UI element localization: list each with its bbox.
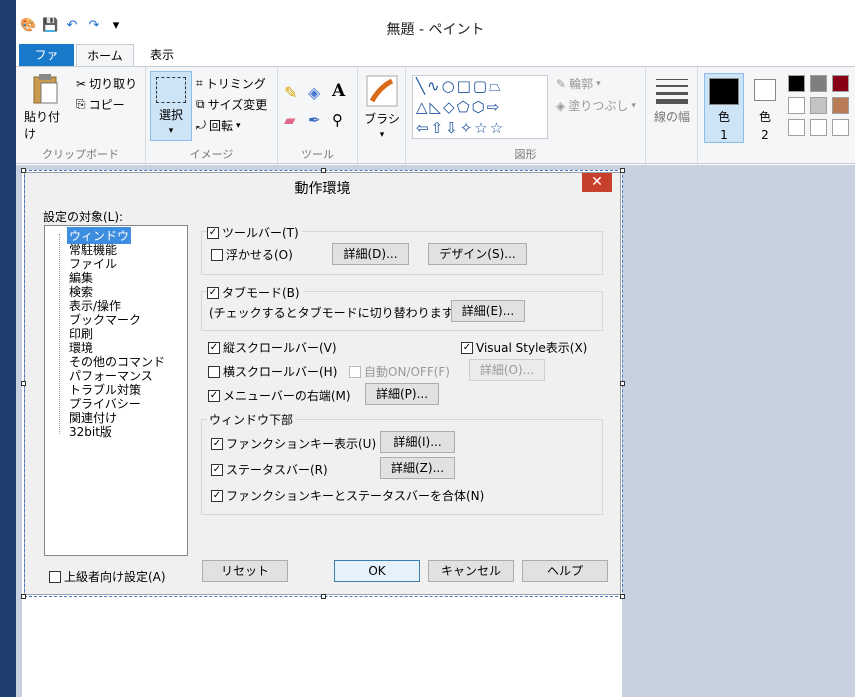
resize-handle[interactable] — [21, 168, 26, 173]
cut-label: 切り取り — [89, 77, 138, 91]
crop-icon: ⌗ — [196, 76, 203, 90]
cut-button[interactable]: ✂ 切り取り — [76, 75, 137, 92]
chevron-down-icon: ▾ — [596, 78, 601, 89]
desktop-edge — [0, 0, 16, 697]
paint-window: 🎨 💾 ↶ ↷ ▾ 無題 - ペイント ファイル ホーム 表示 貼り付け ✂切り… — [0, 0, 855, 697]
outline-label: 輪郭 — [569, 77, 594, 91]
select-label: 選択 — [158, 107, 183, 122]
copy-label: コピー — [88, 98, 125, 112]
image-group-label: イメージ — [189, 148, 234, 161]
fill-label: 塗りつぶし — [568, 99, 629, 113]
size-group: 線の幅 — [646, 67, 698, 165]
selection-frame — [24, 170, 623, 597]
brush-label: ブラシ — [364, 112, 400, 126]
shapes-group-label: 図形 — [514, 148, 537, 161]
copy-button[interactable]: ⎘ コピー — [76, 96, 125, 113]
clipboard-group: 貼り付け ✂ 切り取り ⎘ コピー クリップボード — [16, 67, 146, 165]
line-width-icon — [656, 79, 688, 104]
color2-swatch — [754, 79, 776, 101]
shapes-gallery[interactable]: ╲∿○□▢⏢ △◺◇⬠⬡⇨ ⇦⇧⇩✧☆☆ — [412, 75, 548, 139]
select-button[interactable]: 選択 ▾ — [150, 71, 192, 141]
resize-handle[interactable] — [21, 381, 26, 386]
shape-line-icon[interactable]: ╲∿○□▢⏢ — [416, 77, 503, 95]
color-picker-icon[interactable]: ✒ — [308, 111, 321, 129]
palette-color[interactable] — [832, 75, 849, 92]
outline-button[interactable]: ✎ 輪郭 ▾ — [556, 75, 601, 92]
resize-label: サイズ変更 — [207, 98, 268, 112]
tab-view[interactable]: 表示 — [138, 44, 186, 66]
fill-bucket-icon[interactable]: ◈ — [308, 83, 320, 102]
chevron-down-icon: ▾ — [168, 125, 174, 136]
palette-color[interactable] — [788, 75, 805, 92]
resize-icon: ⧉ — [196, 97, 205, 111]
shapes-group: ╲∿○□▢⏢ △◺◇⬠⬡⇨ ⇦⇧⇩✧☆☆ ✎ 輪郭 ▾ ◈ 塗りつぶし ▾ 図形 — [406, 67, 646, 165]
magnifier-icon[interactable]: ⚲ — [332, 111, 343, 129]
tab-home[interactable]: ホーム — [76, 44, 134, 66]
ribbon: 貼り付け ✂ 切り取り ⎘ コピー クリップボード 選択 ▾ ⌗ トリミング ⧉ サイズ… — [16, 66, 855, 165]
color2-number: 2 — [761, 128, 769, 142]
clipboard-group-label: クリップボード — [42, 148, 119, 161]
resize-handle[interactable] — [620, 381, 625, 386]
scissors-icon: ✂ — [76, 76, 87, 91]
paste-icon — [33, 74, 58, 104]
crop-label: トリミング — [205, 77, 266, 91]
palette-color[interactable] — [810, 75, 827, 92]
rotate-icon: ⤾ — [196, 118, 206, 132]
fill-button[interactable]: ◈ 塗りつぶし ▾ — [556, 97, 636, 114]
palette-color[interactable] — [810, 119, 827, 136]
palette-color[interactable] — [788, 97, 805, 114]
shape-triangle-icon[interactable]: △◺◇⬠⬡⇨ — [416, 98, 501, 116]
resize-handle[interactable] — [321, 168, 326, 173]
rotate-button[interactable]: ⤾ 回転 ▾ — [196, 117, 241, 134]
resize-button[interactable]: ⧉ サイズ変更 — [196, 96, 267, 113]
shape-arrow-icon[interactable]: ⇦⇧⇩✧☆☆ — [416, 119, 505, 137]
title-bar: 🎨 💾 ↶ ↷ ▾ 無題 - ペイント — [16, 14, 855, 42]
brushes-button[interactable]: ブラシ ▾ — [364, 75, 400, 140]
color1-swatch — [709, 78, 739, 105]
brush-icon — [366, 75, 398, 107]
copy-icon: ⎘ — [76, 97, 86, 111]
color2-label: 色 — [758, 110, 771, 124]
resize-handle[interactable] — [21, 594, 26, 599]
color1-button[interactable]: 色 1 — [704, 73, 744, 143]
palette-color[interactable] — [832, 119, 849, 136]
palette-color[interactable] — [832, 97, 849, 114]
crop-button[interactable]: ⌗ トリミング — [196, 75, 266, 92]
tools-group-label: ツール — [301, 148, 334, 161]
color1-label: 色 — [717, 110, 730, 124]
size-label: 線の幅 — [654, 110, 691, 124]
palette-color[interactable] — [788, 119, 805, 136]
ribbon-tabs: ファイル ホーム 表示 — [16, 42, 855, 84]
color1-number: 1 — [720, 128, 728, 142]
outline-icon: ✎ — [556, 76, 567, 91]
paste-button[interactable]: 貼り付け — [24, 73, 68, 142]
rotate-label: 回転 — [209, 119, 234, 133]
fill-icon: ◈ — [556, 98, 566, 113]
brushes-group: ブラシ ▾ — [358, 67, 406, 165]
resize-handle[interactable] — [620, 168, 625, 173]
text-tool-icon[interactable]: A — [332, 81, 345, 101]
resize-handle[interactable] — [620, 594, 625, 599]
resize-handle[interactable] — [321, 594, 326, 599]
eraser-icon[interactable]: ▰ — [284, 111, 296, 129]
paste-label: 貼り付け — [24, 110, 61, 141]
tools-group: ✎ ◈ A ▰ ✒ ⚲ ツール — [278, 67, 358, 165]
select-icon — [156, 76, 186, 103]
chevron-down-icon: ▾ — [379, 130, 385, 140]
window-title: 無題 - ペイント — [386, 22, 485, 38]
image-group: 選択 ▾ ⌗ トリミング ⧉ サイズ変更 ⤾ 回転 ▾ イメージ — [146, 67, 278, 165]
color2-button[interactable]: 色 2 — [750, 73, 780, 143]
chevron-down-icon: ▾ — [236, 120, 241, 131]
chevron-down-icon: ▾ — [631, 100, 636, 111]
palette-color[interactable] — [810, 97, 827, 114]
size-button[interactable]: 線の幅 — [654, 77, 690, 125]
tab-file[interactable]: ファイル — [19, 44, 74, 84]
pencil-icon[interactable]: ✎ — [284, 83, 297, 102]
